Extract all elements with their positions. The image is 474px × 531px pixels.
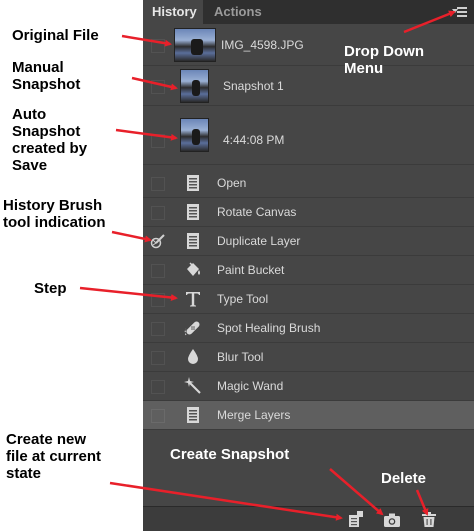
document-icon <box>187 204 199 220</box>
annotation-original-file: Original File <box>12 27 99 44</box>
step-label: Rotate Canvas <box>217 205 297 219</box>
document-icon <box>187 407 199 423</box>
history-step[interactable]: Magic Wand <box>143 372 474 401</box>
camera-icon[interactable] <box>383 511 401 528</box>
history-step[interactable]: Spot Healing Brush <box>143 314 474 343</box>
panel-tab-bar: History Actions <box>143 0 474 24</box>
step-label: Paint Bucket <box>217 263 285 277</box>
paint-bucket-icon <box>187 262 200 276</box>
history-brush-source-checkbox[interactable] <box>151 39 165 53</box>
history-step[interactable]: Blur Tool <box>143 343 474 372</box>
snapshot-row-original[interactable]: IMG_4598.JPG <box>143 25 474 66</box>
panel-bottom-bar <box>143 506 474 531</box>
document-icon <box>187 175 199 191</box>
history-brush-source-checkbox[interactable] <box>151 206 165 220</box>
history-step[interactable]: Duplicate Layer <box>143 227 474 256</box>
history-brush-source-checkbox[interactable] <box>151 322 165 336</box>
snapshot-row-manual[interactable]: Snapshot 1 <box>143 66 474 106</box>
new-document-from-state-icon[interactable] <box>346 511 364 528</box>
history-brush-source-checkbox[interactable] <box>151 409 165 423</box>
document-icon <box>187 233 199 249</box>
annotation-drop-down-menu: Drop Down Menu <box>344 43 424 77</box>
history-brush-source-checkbox[interactable] <box>151 134 165 148</box>
step-label: Spot Healing Brush <box>217 321 321 335</box>
history-brush-source-checkbox[interactable] <box>151 351 165 365</box>
annotation-delete: Delete <box>381 470 427 487</box>
step-label: Blur Tool <box>217 350 264 364</box>
annotation-step: Step <box>34 280 67 297</box>
panel-menu-icon[interactable] <box>452 4 468 20</box>
magic-wand-icon <box>184 377 201 394</box>
history-step[interactable]: Type Tool <box>143 285 474 314</box>
history-step[interactable]: Open <box>143 169 474 198</box>
annotation-auto-snapshot: Auto Snapshot created by Save <box>12 106 88 174</box>
step-label: Type Tool <box>217 292 269 306</box>
type-icon <box>186 292 200 307</box>
tab-history[interactable]: History <box>143 0 203 24</box>
history-brush-source-checkbox[interactable] <box>151 380 165 394</box>
snapshot-thumbnail <box>180 118 209 152</box>
annotation-create-new-file: Create new file at current state <box>6 431 102 482</box>
history-brush-source-checkbox[interactable] <box>151 177 165 191</box>
step-label: Open <box>217 176 247 190</box>
snapshot-thumbnail <box>174 28 216 62</box>
snapshot-thumbnail <box>180 69 209 103</box>
history-brush-source-checkbox[interactable] <box>151 293 165 307</box>
tab-actions[interactable]: Actions <box>205 0 273 24</box>
snapshot-label: Snapshot 1 <box>223 79 284 93</box>
history-brush-source-checkbox[interactable] <box>151 264 165 278</box>
trash-icon[interactable] <box>420 511 438 528</box>
history-brush-icon[interactable] <box>150 233 166 249</box>
drop-icon <box>188 349 198 364</box>
history-brush-source-checkbox[interactable] <box>151 80 165 94</box>
annotation-create-snapshot: Create Snapshot <box>170 446 290 463</box>
snapshot-label: IMG_4598.JPG <box>221 38 304 52</box>
annotation-manual-snapshot: Manual Snapshot <box>12 59 81 93</box>
annotation-history-brush: History Brush tool indication <box>3 197 106 231</box>
snapshot-label: 4:44:08 PM <box>223 133 285 147</box>
bandage-icon <box>184 321 200 336</box>
history-step-current[interactable]: Merge Layers <box>143 401 474 430</box>
history-step[interactable]: Paint Bucket <box>143 256 474 285</box>
step-label: Merge Layers <box>217 408 291 422</box>
step-label: Duplicate Layer <box>217 234 301 248</box>
step-label: Magic Wand <box>217 379 284 393</box>
snapshot-row-auto[interactable]: 4:44:08 PM <box>143 106 474 165</box>
history-step[interactable]: Rotate Canvas <box>143 198 474 227</box>
